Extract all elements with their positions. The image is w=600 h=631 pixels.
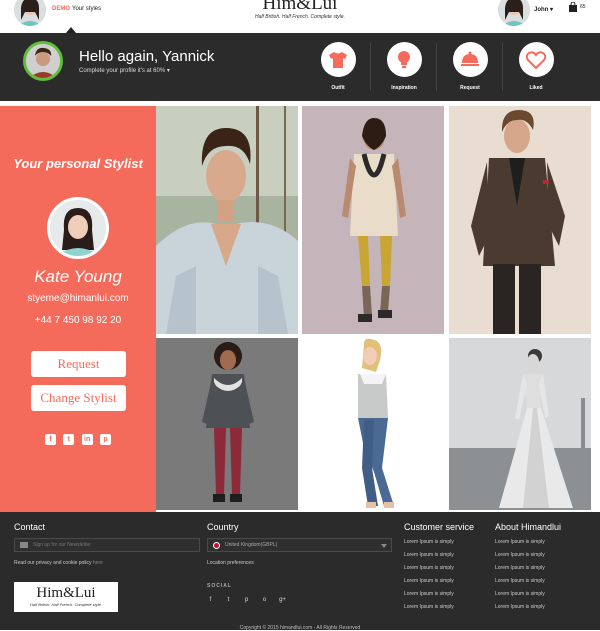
outfit-photo-brown-blazer-man[interactable] [449, 106, 591, 334]
nav-request-label: Request [460, 85, 480, 91]
footer-logo-tagline: Half British. Half French. Complete styl… [29, 602, 103, 607]
your-styles-link: Your styles [72, 6, 102, 12]
footer-link[interactable]: Lorem Ipsum is simply [495, 604, 545, 617]
country-select[interactable]: United Kingdom(GBPL) [207, 538, 392, 552]
location-preferences-link[interactable]: Location preferences [207, 560, 254, 566]
footer-link[interactable]: Lorem Ipsum is simply [495, 552, 545, 565]
footer-link[interactable]: Lorem Ipsum is simply [404, 565, 454, 578]
privacy-text: Read our privacy and cookie policy here [14, 560, 103, 566]
outfit-photo-jeans-woman[interactable] [302, 338, 444, 510]
change-stylist-button[interactable]: Change Stylist [31, 385, 126, 411]
user-menu[interactable]: John ▾ [534, 6, 553, 13]
nav-outfit[interactable]: Outfit [308, 41, 368, 97]
linkedin-icon[interactable]: in [81, 434, 93, 445]
demo-tag: DEMO [52, 6, 70, 12]
twitter-icon[interactable]: t [225, 597, 232, 603]
footer-link[interactable]: Lorem Ipsum is simply [495, 539, 545, 552]
customer-service-links: Lorem Ipsum is simply Lorem Ipsum is sim… [404, 539, 454, 617]
user-avatar[interactable] [498, 0, 530, 26]
footer-social: f t p o g+ [207, 597, 286, 603]
footer-link[interactable]: Lorem Ipsum is simply [404, 552, 454, 565]
privacy-link[interactable]: here [93, 560, 103, 566]
country-value: United Kingdom(GBPL) [225, 542, 278, 548]
outfit-photo-sweater-woman[interactable] [156, 338, 298, 510]
footer-logo-text: Him&Lui [36, 585, 96, 601]
nav-liked-label: Liked [529, 85, 543, 91]
country-heading: Country [207, 522, 239, 532]
envelope-icon [20, 542, 28, 548]
instagram-icon[interactable]: o [261, 597, 268, 603]
nav-inspiration-label: Inspiration [391, 85, 417, 91]
nav-divider [502, 43, 503, 91]
footer-link[interactable]: Lorem Ipsum is simply [404, 591, 454, 604]
bag-count-badge: 65 [580, 4, 586, 10]
nav-outfit-label: Outfit [331, 85, 345, 91]
privacy-label: Read our privacy and cookie policy [14, 560, 93, 566]
outfit-photo-runway-man[interactable] [302, 106, 444, 334]
stylist-phone: +44 7 450 98 92 20 [34, 315, 122, 326]
nav-inspiration[interactable]: Inspiration [374, 41, 434, 97]
footer: Contact Sign up for our Newsletter Read … [0, 512, 600, 631]
demo-avatar[interactable] [14, 0, 46, 26]
stylist-panel: Your personal Stylist Kate Young styeme@… [0, 106, 156, 512]
welcome-bar: Hello again, Yannick Complete your profi… [0, 33, 600, 101]
outfit-photo-gown-woman[interactable] [449, 338, 591, 510]
about-heading: About Himandlui [495, 522, 562, 532]
social-label: SOCIAL [207, 583, 232, 589]
nav-request[interactable]: Request [440, 41, 500, 97]
brand-logo-text: Him&Lui [262, 0, 338, 14]
google-plus-icon[interactable]: g+ [279, 597, 286, 603]
footer-link[interactable]: Lorem Ipsum is simply [495, 565, 545, 578]
brand-logo[interactable]: Him&Lui Half British. Half French. Compl… [250, 0, 350, 20]
footer-link[interactable]: Lorem Ipsum is simply [495, 578, 545, 591]
footer-logo[interactable]: Him&Lui Half British. Half French. Compl… [14, 582, 118, 612]
lightbulb-icon [398, 50, 410, 68]
customer-service-heading: Customer service [404, 522, 475, 532]
welcome-greeting: Hello again, Yannick [79, 48, 215, 65]
profile-avatar[interactable] [23, 41, 63, 81]
shirt-icon [329, 51, 347, 68]
nav-divider [436, 43, 437, 91]
footer-link[interactable]: Lorem Ipsum is simply [404, 539, 454, 552]
footer-link[interactable]: Lorem Ipsum is simply [495, 591, 545, 604]
uk-flag-icon [213, 542, 220, 549]
contact-heading: Contact [14, 522, 46, 532]
request-button[interactable]: Request [31, 351, 126, 377]
twitter-icon[interactable]: t [63, 434, 75, 445]
brand-tagline: Half British. Half French. Complete styl… [254, 14, 346, 20]
newsletter-placeholder: Sign up for our Newsletter [33, 542, 91, 548]
heart-icon [526, 50, 546, 69]
newsletter-input[interactable]: Sign up for our Newsletter [14, 538, 200, 552]
footer-link[interactable]: Lorem Ipsum is simply [404, 604, 454, 617]
top-bar: DEMO Your styles Him&Lui Half British. Ha… [0, 0, 600, 33]
stylist-name: Kate Young [34, 267, 122, 286]
facebook-icon[interactable]: f [45, 434, 56, 445]
stylist-photo [47, 197, 109, 259]
facebook-icon[interactable]: f [207, 597, 214, 603]
nav-liked[interactable]: Liked [506, 41, 566, 97]
stylist-email[interactable]: styeme@himanlui.com [0, 293, 156, 304]
stylist-title: Your personal Stylist [13, 156, 143, 171]
nav-divider [370, 43, 371, 91]
pinterest-icon[interactable]: p [99, 434, 111, 445]
outfit-photo-denim-shirt-man[interactable] [156, 106, 298, 334]
about-links: Lorem Ipsum is simply Lorem Ipsum is sim… [495, 539, 545, 617]
footer-link[interactable]: Lorem Ipsum is simply [404, 578, 454, 591]
shopping-bag-icon[interactable] [568, 2, 578, 12]
pinterest-icon[interactable]: p [243, 597, 250, 603]
demo-label[interactable]: DEMO Your styles [52, 6, 101, 12]
chevron-down-icon [381, 544, 387, 548]
cloche-icon [461, 51, 479, 66]
copyright-text: Copyright © 2015 himandlui.com - All Rig… [239, 625, 361, 631]
profile-completion-dropdown[interactable]: Complete your profile it's at 60% ▾ [79, 67, 170, 74]
stylist-social: f t in p [45, 434, 111, 445]
